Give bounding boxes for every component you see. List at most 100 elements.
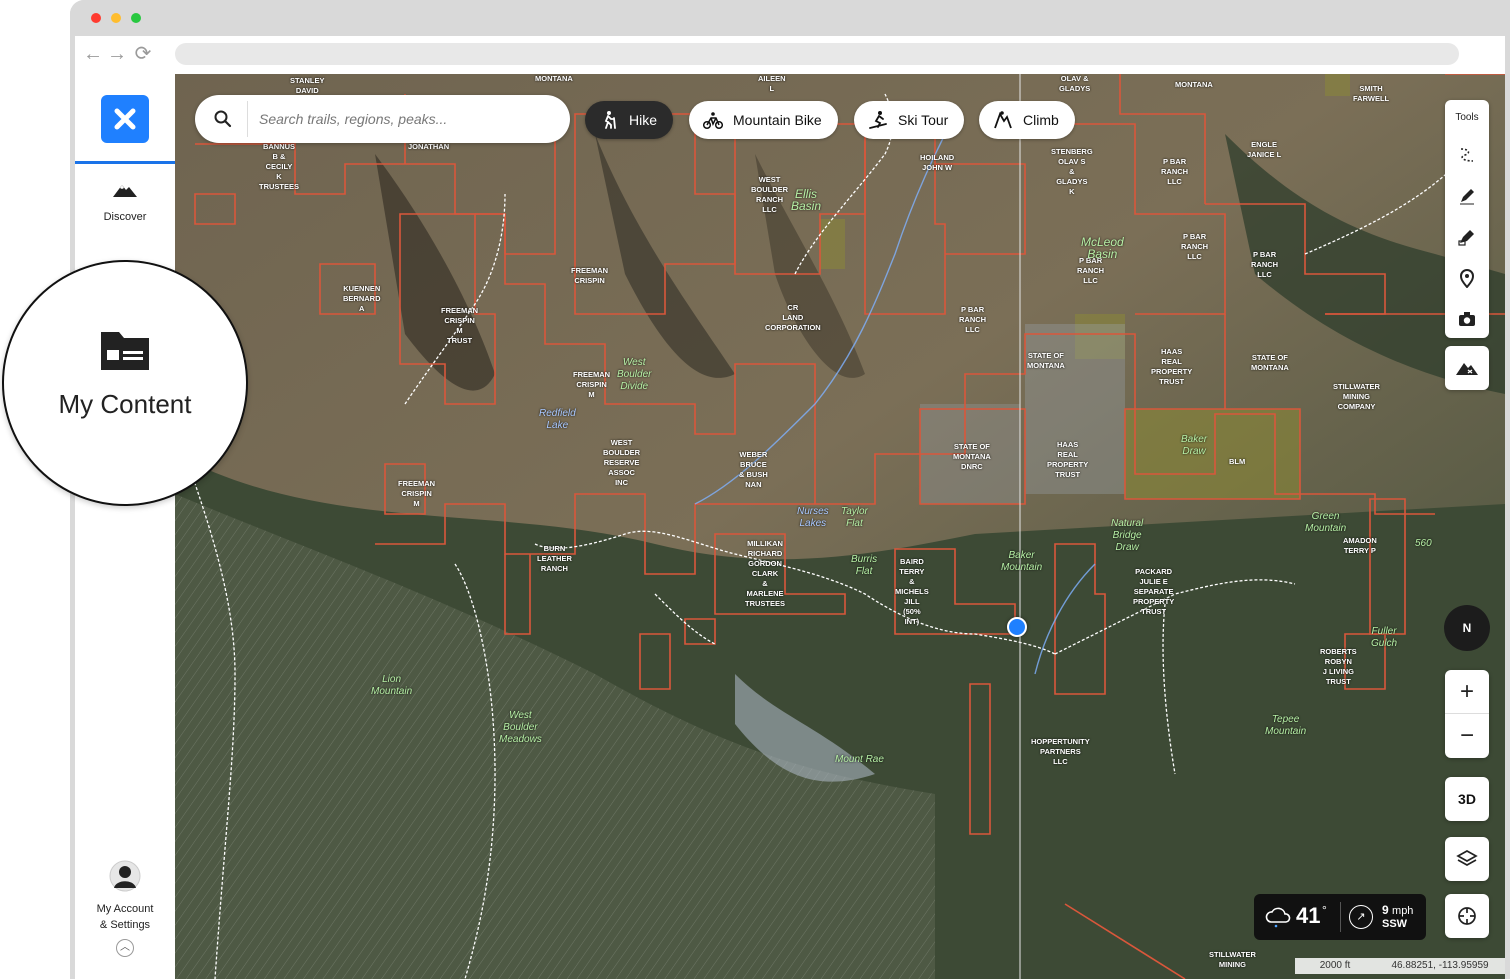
map-label: P BAR RANCH LLC bbox=[959, 305, 987, 334]
map-label: STATE OF MONTANA DNRC bbox=[953, 442, 991, 471]
map-canvas[interactable]: STANLEY DAVID MONTANA AILEEN L OLAV & GL… bbox=[175, 74, 1505, 979]
place-label: Taylor Flat bbox=[841, 506, 868, 529]
forward-arrow-icon[interactable]: → bbox=[107, 44, 127, 64]
map-label: FREEMAN CRISPIN M bbox=[573, 370, 611, 399]
search-input[interactable] bbox=[259, 107, 549, 131]
place-label: 560 bbox=[1415, 538, 1432, 549]
map-label: JONATHAN bbox=[408, 142, 450, 151]
map-label: MONTANA bbox=[535, 74, 573, 83]
map-label: STANLEY DAVID bbox=[290, 76, 325, 95]
ski-tour-icon bbox=[869, 111, 887, 129]
place-label: McLeod Basin bbox=[1081, 235, 1124, 261]
account-label-line1: My Account bbox=[96, 903, 154, 915]
3d-toggle-button[interactable]: 3D bbox=[1445, 777, 1489, 821]
tools-panel: Tools bbox=[1445, 100, 1489, 338]
address-bar[interactable] bbox=[175, 43, 1459, 65]
pencil-icon[interactable] bbox=[1457, 186, 1477, 206]
maximize-window-button[interactable] bbox=[131, 13, 141, 23]
close-x-icon bbox=[114, 108, 136, 130]
route-draw-icon[interactable] bbox=[1457, 145, 1477, 165]
sidebar-item-discover[interactable]: Discover bbox=[75, 182, 175, 223]
map-label: ROBERTS ROBYN J LIVING TRUST bbox=[1320, 647, 1357, 686]
weather-widget[interactable]: 41 ° ↗ 9 mph SSW bbox=[1254, 894, 1426, 940]
mountain-bike-icon bbox=[703, 112, 723, 130]
map-label: BLM bbox=[1229, 457, 1246, 466]
place-label: West Boulder Meadows bbox=[499, 710, 542, 745]
zoom-out-button[interactable]: − bbox=[1445, 714, 1489, 758]
sidebar-item-my-content[interactable]: My Content bbox=[2, 260, 248, 506]
place-label: Lion Mountain bbox=[371, 674, 413, 697]
compass-button[interactable]: N bbox=[1444, 605, 1490, 651]
activity-chip-climb[interactable]: Climb bbox=[979, 101, 1075, 139]
coordinates-readout: 46.88251, -113.95959 bbox=[1375, 958, 1505, 974]
activity-chip-label: Hike bbox=[629, 112, 658, 128]
area-draw-icon[interactable] bbox=[1457, 227, 1477, 247]
wind-direction: SSW bbox=[1382, 918, 1408, 930]
weather-divider bbox=[1340, 902, 1341, 932]
camera-icon[interactable] bbox=[1457, 309, 1477, 329]
place-label: Nurses Lakes bbox=[797, 506, 829, 529]
place-label: Natural Bridge Draw bbox=[1111, 518, 1144, 553]
climb-icon bbox=[994, 111, 1012, 129]
map-label: STATE OF MONTANA bbox=[1251, 353, 1289, 372]
wind-direction-icon: ↗ bbox=[1349, 905, 1373, 929]
map-label: P BAR RANCH LLC bbox=[1251, 250, 1279, 279]
map-label: PACKARD JULIE E SEPARATE PROPERTY TRUST bbox=[1133, 567, 1175, 616]
place-label: Tepee Mountain bbox=[1265, 714, 1307, 737]
map-label: STILLWATER MINING bbox=[1209, 950, 1256, 969]
sidebar-item-label: Discover bbox=[103, 211, 147, 223]
place-label: Ellis Basin bbox=[791, 187, 822, 213]
map-label: FREEMAN CRISPIN bbox=[571, 266, 609, 285]
minimize-window-button[interactable] bbox=[111, 13, 121, 23]
place-label: Baker Mountain bbox=[1001, 550, 1043, 573]
collapse-chevron-up-icon[interactable]: ︿ bbox=[116, 939, 134, 957]
zoom-control: + − bbox=[1445, 670, 1489, 758]
cloud-rain-icon bbox=[1265, 907, 1291, 928]
sidebar-item-account[interactable]: My Account & Settings ︿ bbox=[75, 860, 175, 957]
current-location-marker[interactable] bbox=[1007, 617, 1027, 637]
mountain-icon bbox=[1456, 363, 1478, 375]
place-label: Green Mountain bbox=[1305, 511, 1347, 534]
folder-icon bbox=[101, 332, 149, 370]
terrain-view-button[interactable] bbox=[1445, 346, 1489, 390]
sidebar-item-label: My Content bbox=[58, 389, 192, 419]
wind-speed: 9 mph bbox=[1382, 903, 1413, 917]
map-label: AMADON TERRY P bbox=[1343, 536, 1377, 555]
map-label: STILLWATER MINING COMPANY bbox=[1333, 382, 1380, 411]
zoom-in-button[interactable]: + bbox=[1445, 670, 1489, 714]
map-label: WEST BOULDER RANCH LLC bbox=[751, 175, 789, 214]
place-label: Fuller Gulch bbox=[1371, 626, 1398, 649]
reload-icon[interactable]: ⟳ bbox=[133, 44, 153, 64]
mountain-icon bbox=[113, 185, 137, 197]
layers-icon bbox=[1456, 850, 1478, 866]
map-pin-icon[interactable] bbox=[1457, 268, 1477, 288]
map-label: AILEEN L bbox=[758, 74, 786, 93]
layers-button[interactable] bbox=[1445, 837, 1489, 881]
map-label: MILLIKAN RICHARD GORDON CLARK & MARLENE … bbox=[745, 539, 786, 608]
map-label: WEBER BRUCE & BUSH NAN bbox=[739, 450, 768, 489]
close-window-button[interactable] bbox=[91, 13, 101, 23]
sidebar: Discover My Account & Settings ︿ bbox=[75, 74, 175, 979]
place-label: Redfield Lake bbox=[539, 408, 576, 431]
place-label: West Boulder Divide bbox=[617, 357, 652, 392]
activity-chip-mountain-bike[interactable]: Mountain Bike bbox=[689, 101, 838, 139]
search-bar[interactable] bbox=[195, 95, 570, 143]
hike-icon bbox=[604, 111, 616, 129]
back-arrow-icon[interactable]: ← bbox=[83, 44, 103, 64]
activity-chip-hike[interactable]: Hike bbox=[585, 101, 674, 139]
map-label: MONTANA bbox=[1175, 80, 1213, 89]
wind-speed-value: 9 bbox=[1382, 903, 1389, 917]
activity-chip-label: Mountain Bike bbox=[733, 112, 822, 128]
crosshair-icon bbox=[1458, 907, 1476, 925]
locate-button[interactable] bbox=[1445, 894, 1489, 938]
map-label: STATE OF MONTANA bbox=[1027, 351, 1065, 370]
map-label: CR LAND CORPORATION bbox=[765, 303, 821, 332]
place-label: Mount Rae bbox=[835, 754, 884, 765]
map-label: HAAS REAL PROPERTY TRUST bbox=[1047, 440, 1089, 479]
place-label: Burris Flat bbox=[851, 554, 878, 577]
account-label-line2: & Settings bbox=[99, 919, 151, 931]
app-logo[interactable] bbox=[101, 95, 149, 143]
activity-chip-ski-tour[interactable]: Ski Tour bbox=[854, 101, 965, 139]
map-label: SMITH FARWELL bbox=[1353, 84, 1390, 103]
search-icon bbox=[214, 110, 232, 128]
